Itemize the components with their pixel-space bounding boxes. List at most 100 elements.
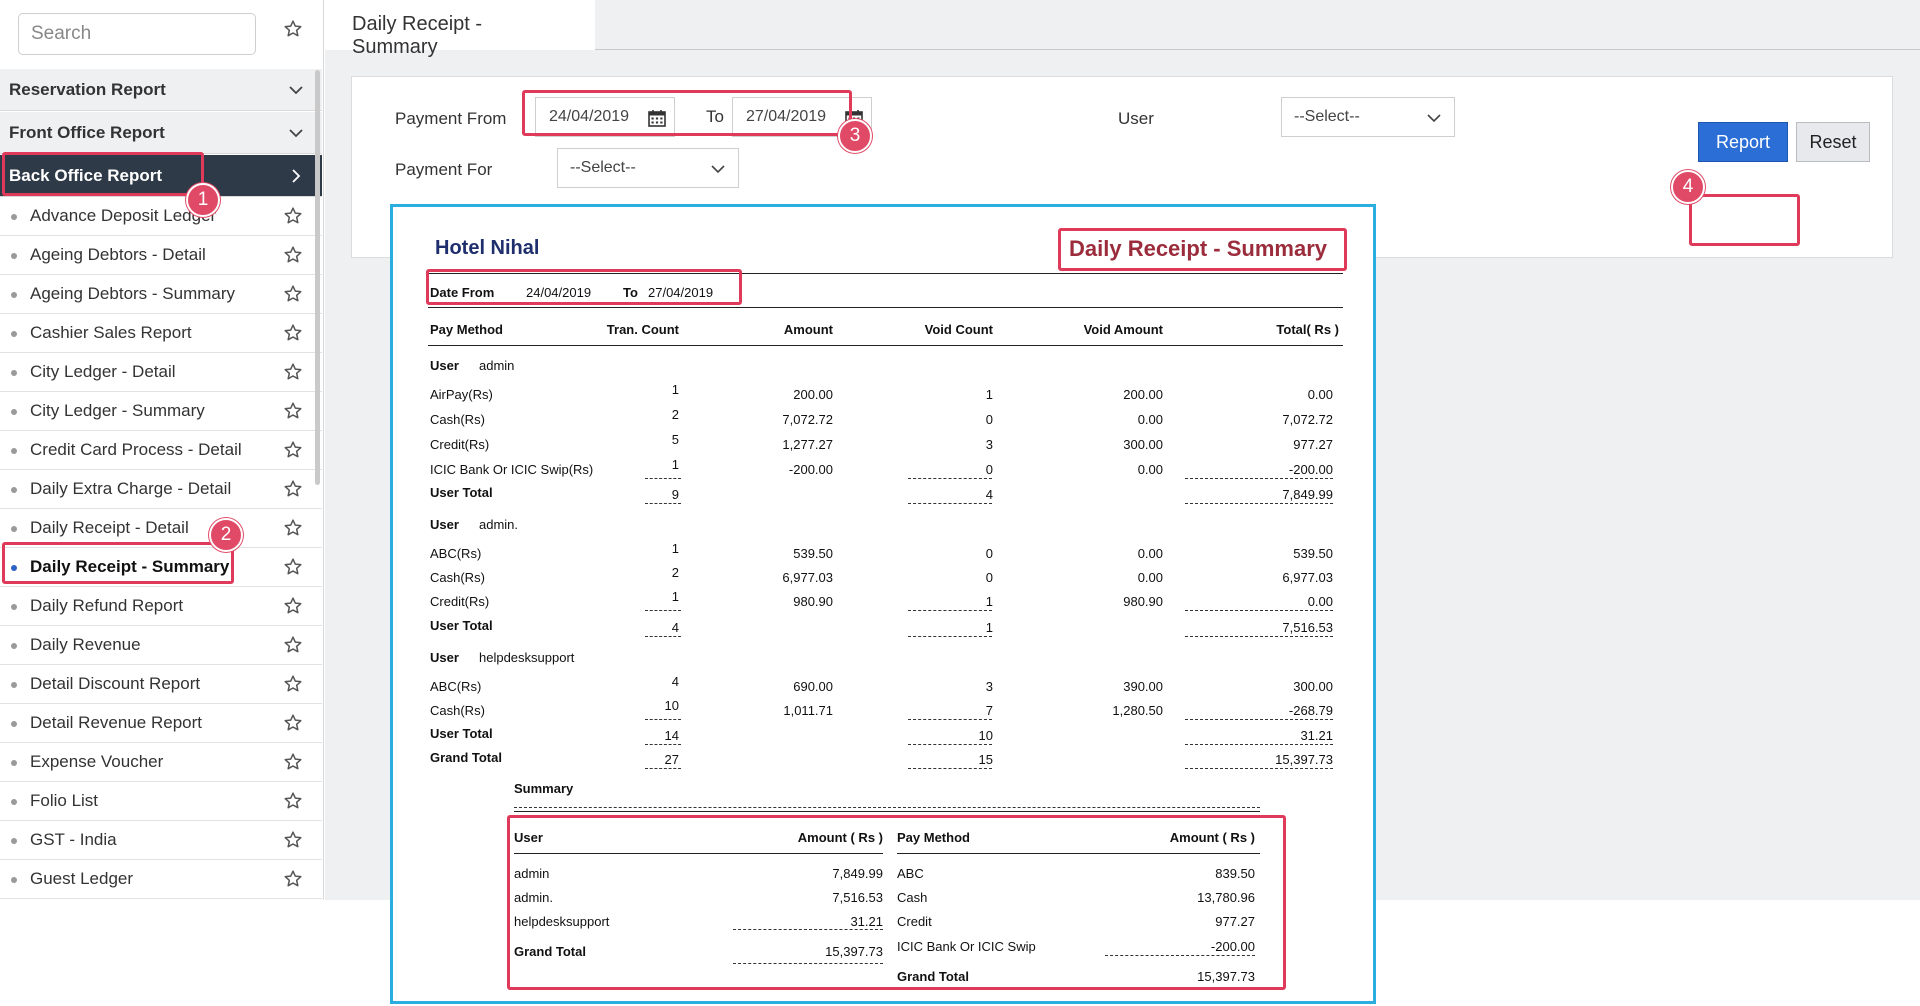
void-amount: 200.00 — [1123, 387, 1163, 402]
pay-method: ICIC Bank Or ICIC Swip(Rs) — [430, 462, 594, 477]
sidebar-item-credit-card-process-detail[interactable]: Credit Card Process - Detail — [0, 431, 322, 470]
user-select[interactable]: --Select-- — [1281, 97, 1455, 137]
summary-paymethod-header: Pay Method — [897, 830, 970, 845]
user-total-count: 4 — [671, 620, 679, 635]
search-box[interactable] — [18, 13, 256, 55]
sidebar-item-city-ledger-summary[interactable]: City Ledger - Summary — [0, 392, 322, 431]
category-front-office-report[interactable]: Front Office Report — [0, 112, 322, 154]
grand-total-count: 27 — [664, 752, 679, 767]
user-total-amount: 7,516.53 — [1282, 620, 1333, 635]
user-total-label: User Total — [430, 485, 493, 500]
report-preview: Hotel Nihal Daily Receipt - Summary Date… — [390, 204, 1376, 1004]
sidebar-item-daily-revenue[interactable]: Daily Revenue — [0, 626, 322, 665]
date-to-label: To — [623, 285, 638, 300]
sidebar-item-ageing-debtors-summary[interactable]: Ageing Debtors - Summary — [0, 275, 322, 314]
report-button[interactable]: Report — [1698, 122, 1788, 162]
summary-method: Cash — [897, 890, 928, 905]
sidebar-item-daily-receipt-detail[interactable]: Daily Receipt - Detail — [0, 509, 322, 548]
sidebar-item-gst-india[interactable]: GST - India — [0, 821, 322, 860]
col-header: Void Amount — [1083, 322, 1163, 337]
col-header: Total( Rs ) — [1276, 322, 1339, 337]
star-icon[interactable] — [283, 245, 303, 265]
sidebar-item-daily-refund-report[interactable]: Daily Refund Report — [0, 587, 322, 626]
total: 7,072.72 — [1282, 412, 1333, 427]
summary-method-grand-total: 15,397.73 — [1197, 969, 1255, 984]
summary-user: helpdesksupport — [514, 914, 610, 929]
sidebar-item-label: Daily Receipt - Summary — [30, 557, 230, 576]
star-icon[interactable] — [283, 440, 303, 460]
report-title: Daily Receipt - Summary — [1069, 236, 1327, 261]
summary-method-grand-total-label: Grand Total — [897, 969, 969, 984]
sidebar-item-advance-deposit-ledger[interactable]: Advance Deposit Ledger — [0, 197, 322, 236]
report-list: Advance Deposit Ledger Ageing Debtors - … — [0, 197, 322, 899]
sidebar-item-daily-receipt-summary[interactable]: Daily Receipt - Summary — [0, 548, 322, 587]
payment-for-select[interactable]: --Select-- — [557, 148, 739, 188]
pay-method: Credit(Rs) — [430, 594, 490, 609]
user-total-void: 4 — [985, 487, 993, 502]
sidebar-item-detail-revenue-report[interactable]: Detail Revenue Report — [0, 704, 322, 743]
sidebar-item-guest-ledger[interactable]: Guest Ledger — [0, 860, 322, 899]
sidebar-item-detail-discount-report[interactable]: Detail Discount Report — [0, 665, 322, 704]
star-icon[interactable] — [283, 557, 303, 577]
pay-method: AirPay(Rs) — [430, 387, 493, 402]
page-title-tab[interactable]: Daily Receipt - Summary — [325, 0, 595, 58]
star-icon[interactable] — [283, 479, 303, 499]
bullet-icon — [11, 760, 17, 766]
star-icon[interactable] — [283, 635, 303, 655]
summary-user-amount: 7,516.53 — [832, 890, 883, 905]
summary-method-amount: 839.50 — [1215, 866, 1255, 881]
from-date-input[interactable]: 24/04/2019 — [535, 97, 675, 137]
sidebar-item-label: Ageing Debtors - Detail — [30, 245, 206, 264]
col-header: Pay Method — [430, 322, 503, 337]
star-icon[interactable] — [283, 362, 303, 382]
date-from-value: 24/04/2019 — [526, 285, 592, 300]
search-input[interactable] — [19, 14, 255, 54]
star-icon[interactable] — [283, 401, 303, 421]
star-icon[interactable] — [283, 869, 303, 889]
sidebar-item-city-ledger-detail[interactable]: City Ledger - Detail — [0, 353, 322, 392]
star-icon[interactable] — [283, 596, 303, 616]
chevron-right-icon — [292, 169, 301, 183]
sidebar-item-label: Detail Discount Report — [30, 674, 201, 693]
bullet-icon — [11, 838, 17, 844]
star-icon[interactable] — [283, 674, 303, 694]
star-icon[interactable] — [283, 752, 303, 772]
sidebar-item-folio-list[interactable]: Folio List — [0, 782, 322, 821]
sidebar-item-daily-extra-charge-detail[interactable]: Daily Extra Charge - Detail — [0, 470, 322, 509]
grand-total-label: Grand Total — [430, 750, 502, 765]
sidebar-item-cashier-sales-report[interactable]: Cashier Sales Report — [0, 314, 322, 353]
sidebar-item-ageing-debtors-detail[interactable]: Ageing Debtors - Detail — [0, 236, 322, 275]
calendar-icon[interactable] — [647, 108, 667, 128]
star-icon[interactable] — [283, 713, 303, 733]
summary-title: Summary — [514, 781, 574, 796]
star-icon[interactable] — [283, 830, 303, 850]
star-icon[interactable] — [283, 791, 303, 811]
step-badge: 4 — [1671, 170, 1705, 204]
hotel-name: Hotel Nihal — [435, 237, 540, 259]
star-icon[interactable] — [283, 206, 303, 226]
total: -200.00 — [1288, 462, 1333, 477]
sidebar-item-label: City Ledger - Summary — [30, 401, 205, 420]
sidebar-item-expense-voucher[interactable]: Expense Voucher — [0, 743, 322, 782]
star-icon[interactable] — [283, 323, 303, 343]
bullet-icon — [11, 409, 17, 415]
user-total-amount: 31.21 — [1300, 728, 1333, 743]
star-icon[interactable] — [283, 518, 303, 538]
star-icon[interactable] — [283, 284, 303, 304]
summary-method: ICIC Bank Or ICIC Swip — [897, 939, 1036, 954]
bullet-icon — [11, 877, 17, 883]
bullet-icon — [11, 682, 17, 688]
total: 0.00 — [1307, 594, 1333, 609]
category-reservation-report[interactable]: Reservation Report — [0, 69, 322, 111]
sidebar-scrollbar[interactable] — [315, 70, 320, 485]
category-back-office-report[interactable]: Back Office Report — [0, 155, 322, 197]
total: 539.50 — [1293, 546, 1333, 561]
bullet-icon — [11, 253, 17, 259]
total: 977.27 — [1293, 437, 1333, 452]
bullet-icon — [11, 292, 17, 298]
reset-button[interactable]: Reset — [1796, 122, 1870, 162]
favorites-star-icon[interactable] — [283, 19, 303, 39]
col-header: Tran. Count — [606, 322, 679, 337]
user-total-label: User Total — [430, 726, 493, 741]
chevron-down-icon — [711, 165, 725, 174]
